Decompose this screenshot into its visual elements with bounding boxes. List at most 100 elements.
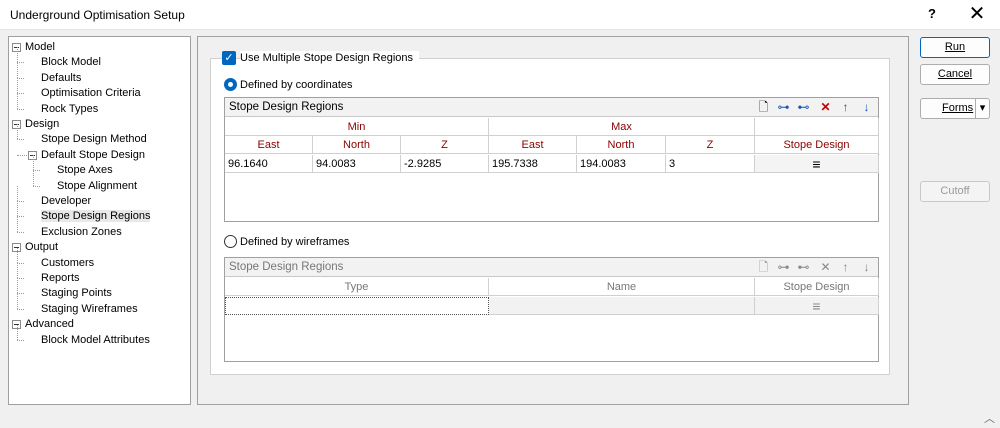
tree-connector — [17, 62, 24, 64]
coordinates-grid-title: Stope Design Regions — [229, 101, 344, 113]
column-header[interactable]: Stope Design — [755, 136, 879, 154]
column-header[interactable]: Name — [489, 278, 755, 296]
table-cell[interactable]: 195.7338 — [489, 155, 577, 173]
tree-connector — [17, 231, 24, 233]
coordinates-grid-header: Stope Design Regions 🗋 ⊶ ⊷ ✕ ↑ ↓ — [225, 98, 878, 117]
tree-item-label: Staging Points — [41, 287, 112, 300]
column-header[interactable]: Stope Design — [755, 278, 879, 296]
tree-item-label: Customers — [41, 256, 95, 269]
tree-item[interactable]: Rock Types — [41, 102, 98, 117]
tree-item[interactable]: Reports — [41, 271, 80, 286]
column-header[interactable]: North — [577, 136, 666, 154]
tree-connector — [17, 247, 18, 263]
tree-item[interactable]: Developer — [41, 194, 91, 209]
move-up-icon[interactable]: ↑ — [838, 100, 853, 115]
tree-item[interactable]: Defaults — [41, 71, 81, 86]
use-multiple-label[interactable]: Use Multiple Stope Design Regions — [240, 51, 420, 65]
tree-item[interactable]: Default Stope Design — [41, 148, 145, 163]
tree-item-label: Model — [25, 41, 55, 53]
navigation-tree: Model Block Model Defaults Optimisation Cri… — [8, 36, 191, 405]
tree-item[interactable]: Stope Axes — [57, 163, 113, 178]
tree-connector — [17, 278, 24, 279]
tree-item-label: Stope Design Method — [41, 133, 147, 146]
blank-group-header — [755, 118, 879, 136]
tree-item[interactable]: Exclusion Zones — [41, 225, 122, 240]
tree-connector — [17, 77, 24, 79]
tree-item[interactable]: Staging Wireframes — [41, 302, 138, 317]
append-row-icon[interactable]: ⊷ — [796, 100, 811, 115]
table-cell[interactable] — [225, 297, 489, 315]
wireframes-grid: Stope Design Regions 🗋 ⊶ ⊷ ✕ ↑ ↓ Type Na… — [224, 257, 879, 362]
chevron-down-icon[interactable]: ▾ — [975, 99, 989, 118]
insert-row-icon[interactable]: ⊶ — [776, 100, 791, 115]
column-header[interactable]: Z — [666, 136, 755, 154]
run-button[interactable]: Run — [920, 37, 990, 58]
cancel-button[interactable]: Cancel — [920, 64, 990, 85]
delete-row-icon[interactable]: ✕ — [818, 260, 833, 275]
tree-item-label: Rock Types — [41, 102, 99, 115]
tree-connector — [17, 339, 24, 341]
column-header[interactable]: East — [489, 136, 577, 154]
delete-row-icon[interactable]: ✕ — [818, 100, 833, 115]
table-cell[interactable]: 94.0083 — [313, 155, 401, 173]
tree-item[interactable]: Stope Design Regions — [41, 209, 151, 224]
defined-by-coordinates-radio[interactable] — [224, 78, 237, 91]
tree-item[interactable]: Output — [25, 240, 58, 255]
column-header[interactable]: East — [225, 136, 313, 154]
defined-by-coordinates-label[interactable]: Defined by coordinates — [240, 78, 353, 92]
table-cell[interactable]: -2.9285 — [401, 155, 489, 173]
move-down-icon[interactable]: ↓ — [859, 100, 874, 115]
tree-connector — [33, 170, 40, 172]
tree-item-label: Optimisation Criteria — [41, 87, 141, 100]
help-button[interactable]: ? — [928, 6, 936, 21]
tree-item[interactable]: Model — [25, 40, 55, 55]
use-multiple-checkbox[interactable]: ✓ — [222, 51, 236, 65]
tree-item[interactable]: Customers — [41, 256, 94, 271]
forms-button[interactable]: Forms ▾ — [920, 98, 990, 119]
stope-design-picker-button[interactable]: ≡ — [755, 297, 879, 315]
tree-item-label: Output — [25, 241, 59, 254]
title-bar: Underground Optimisation Setup ? ✕ — [0, 0, 1000, 30]
forms-label: Forms — [942, 102, 974, 114]
table-cell[interactable]: 194.0083 — [577, 155, 666, 173]
tree-item[interactable]: Staging Points — [41, 286, 112, 301]
stope-design-picker-button[interactable]: ≡ — [755, 155, 879, 173]
new-row-icon[interactable]: 🗋 — [756, 100, 771, 115]
column-header[interactable]: Type — [225, 278, 489, 296]
move-down-icon[interactable]: ↓ — [859, 260, 874, 275]
tree-connector — [17, 201, 18, 217]
tree-connector — [17, 154, 27, 156]
cancel-label: Cancel — [937, 68, 973, 80]
tree-item[interactable]: Stope Design Method — [41, 132, 147, 147]
tree-connector — [17, 324, 18, 340]
move-up-icon[interactable]: ↑ — [838, 260, 853, 275]
insert-row-icon[interactable]: ⊶ — [776, 260, 791, 275]
tree-connector — [17, 186, 18, 201]
tree-item[interactable]: Optimisation Criteria — [41, 86, 141, 101]
resize-grip-icon[interactable]: ︿ — [984, 410, 995, 426]
append-row-icon[interactable]: ⊷ — [796, 260, 811, 275]
column-header[interactable]: North — [313, 136, 401, 154]
close-button[interactable]: ✕ — [966, 2, 988, 26]
run-label: Run — [944, 41, 966, 53]
coordinates-grid: Stope Design Regions 🗋 ⊶ ⊷ ✕ ↑ ↓ Min Max… — [224, 97, 879, 222]
defined-by-wireframes-radio[interactable] — [224, 235, 237, 248]
tree-connector — [17, 293, 24, 295]
tree-item[interactable]: Advanced — [25, 317, 74, 332]
new-row-icon[interactable]: 🗋 — [756, 260, 771, 275]
table-cell[interactable] — [489, 297, 755, 315]
tree-connector — [17, 139, 24, 141]
tree-connector — [17, 124, 18, 140]
wireframes-grid-header: Stope Design Regions 🗋 ⊶ ⊷ ✕ ↑ ↓ — [225, 258, 878, 277]
tree-item-label: Stope Axes — [57, 164, 113, 177]
table-cell[interactable]: 96.1640 — [225, 155, 313, 173]
tree-item[interactable]: Block Model — [41, 55, 101, 70]
tree-item-label: Block Model Attributes — [41, 333, 150, 346]
defined-by-wireframes-label[interactable]: Defined by wireframes — [240, 235, 349, 249]
column-header[interactable]: Z — [401, 136, 489, 154]
tree-item-label: Default Stope Design — [41, 148, 145, 161]
table-cell[interactable]: 3 — [666, 155, 755, 173]
tree-item[interactable]: Block Model Attributes — [41, 333, 150, 348]
tree-item[interactable]: Stope Alignment — [57, 179, 137, 194]
tree-item[interactable]: Design — [25, 117, 59, 132]
